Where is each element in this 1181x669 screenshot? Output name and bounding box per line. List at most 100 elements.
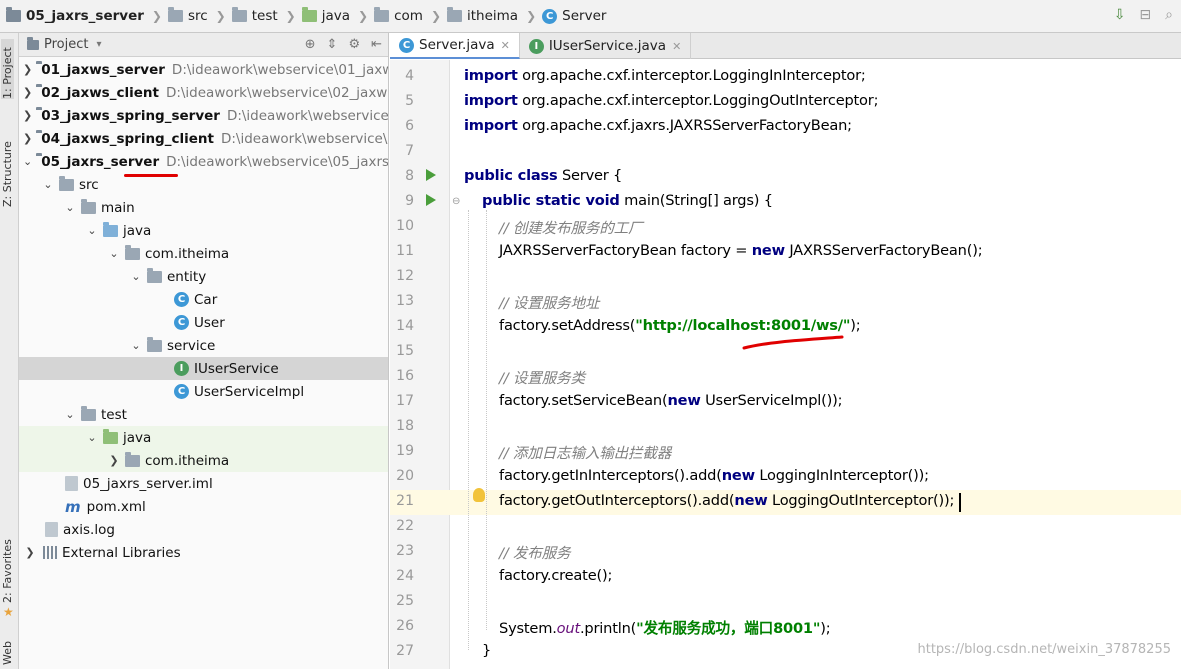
- collapse-all-icon[interactable]: ⇕: [327, 37, 338, 52]
- library-icon: [43, 546, 57, 559]
- code-line-5: import org.apache.cxf.interceptor.Loggin…: [464, 92, 879, 109]
- target-icon[interactable]: ⊕: [305, 37, 316, 52]
- hide-panel-icon[interactable]: ⇤: [371, 37, 382, 52]
- update-project-icon[interactable]: ⇩: [1114, 7, 1126, 23]
- tree-item-java[interactable]: ⌄ java: [19, 219, 388, 242]
- collapse-arrow-icon[interactable]: ⌄: [107, 247, 121, 260]
- tree-item-user[interactable]: C User: [19, 311, 388, 334]
- package-icon: [125, 244, 140, 260]
- code-line-6: import org.apache.cxf.jaxrs.JAXRSServerF…: [464, 117, 852, 134]
- structure-tool-tab[interactable]: Z: Structure: [1, 135, 14, 207]
- expand-arrow-icon[interactable]: ❯: [23, 546, 37, 559]
- run-main-icon[interactable]: [426, 194, 436, 206]
- folder-icon: [374, 7, 390, 22]
- line-number: 14: [396, 318, 414, 334]
- chevron-right-icon: ❯: [215, 9, 226, 23]
- tree-item-04-jaxws-spring-client[interactable]: ❯ 04_jaxws_spring_client D:\ideawork\webse…: [19, 127, 388, 150]
- tree-item-main[interactable]: ⌄ main: [19, 196, 388, 219]
- web-tool-tab[interactable]: Web: [1, 635, 14, 665]
- line-number: 17: [396, 393, 414, 409]
- tool-window-strip: 1: Project Z: Structure 2: Favorites ★ W…: [0, 33, 19, 669]
- run-class-icon[interactable]: [426, 169, 436, 181]
- tree-item-com-itheima[interactable]: ⌄ com.itheima: [19, 242, 388, 265]
- breadcrumb-project[interactable]: 05_jaxrs_server ❯: [6, 0, 168, 33]
- green-folder-icon: [301, 7, 317, 22]
- collapse-arrow-icon[interactable]: ⌄: [85, 431, 99, 444]
- folder-icon: [447, 7, 462, 22]
- expand-arrow-icon[interactable]: ❯: [23, 109, 32, 122]
- breadcrumb-com[interactable]: com ❯: [374, 0, 447, 33]
- code-line-13: // 设置服务地址: [499, 295, 600, 312]
- line-number: 20: [396, 468, 414, 484]
- tree-item-pom-xml[interactable]: m pom.xml: [19, 495, 388, 518]
- interface-icon: I: [174, 361, 189, 376]
- source-folder-icon: [103, 221, 118, 237]
- tree-item-entity[interactable]: ⌄ entity: [19, 265, 388, 288]
- tree-item-test-com-itheima[interactable]: ❯ com.itheima: [19, 449, 388, 472]
- tree-item-iuserservice[interactable]: I IUserService: [19, 357, 388, 380]
- code-line-8: public class Server {: [464, 167, 623, 184]
- package-icon: [147, 336, 162, 352]
- collapse-arrow-icon[interactable]: ⌄: [41, 178, 55, 191]
- tree-item-05-jaxrs-server[interactable]: ⌄ 05_jaxrs_server D:\ideawork\webservice\0…: [19, 150, 388, 173]
- class-icon: C: [174, 292, 189, 307]
- dropdown-arrow-icon[interactable]: ▾: [96, 39, 101, 50]
- folder-icon: [81, 198, 96, 214]
- tree-item-src[interactable]: ⌄ src: [19, 173, 388, 196]
- project-view-icon: [27, 36, 39, 50]
- tree-item-test-java[interactable]: ⌄ java: [19, 426, 388, 449]
- tree-item-axis-log[interactable]: axis.log: [19, 518, 388, 541]
- tree-item-test[interactable]: ⌄ test: [19, 403, 388, 426]
- breadcrumb-java[interactable]: java ❯: [301, 0, 374, 33]
- project-tool-tab[interactable]: 1: Project: [1, 39, 14, 99]
- line-number: 24: [396, 568, 414, 584]
- breadcrumb-itheima[interactable]: itheima ❯: [447, 0, 542, 33]
- tree-item-car[interactable]: C Car: [19, 288, 388, 311]
- class-icon: C: [399, 37, 414, 53]
- collapse-arrow-icon[interactable]: ⌄: [129, 339, 143, 352]
- code-line-11: JAXRSServerFactoryBean factory = new JAX…: [499, 242, 983, 259]
- collapse-arrow-icon[interactable]: ⌄: [129, 270, 143, 283]
- tree-item-service[interactable]: ⌄ service: [19, 334, 388, 357]
- expand-arrow-icon[interactable]: ❯: [23, 132, 32, 145]
- collapse-icon[interactable]: ⊟: [1139, 7, 1151, 23]
- breadcrumb-test[interactable]: test ❯: [231, 0, 302, 33]
- collapse-arrow-icon[interactable]: ⌄: [23, 155, 32, 168]
- favorites-tool-tab[interactable]: 2: Favorites: [1, 533, 14, 603]
- tree-item-01-jaxws-server[interactable]: ❯ 01_jaxws_server D:\ideawork\webservice\0…: [19, 58, 388, 81]
- tree-item-03-jaxws-spring-server[interactable]: ❯ 03_jaxws_spring_server D:\ideawork\webse…: [19, 104, 388, 127]
- tree-item-external-libraries[interactable]: ❯ External Libraries: [19, 541, 388, 564]
- tree-item-02-jaxws-client[interactable]: ❯ 02_jaxws_client D:\ideawork\webservice\0…: [19, 81, 388, 104]
- fold-icon[interactable]: ⊖: [452, 196, 460, 207]
- breadcrumb-src[interactable]: src ❯: [167, 0, 232, 33]
- collapse-arrow-icon[interactable]: ⌄: [85, 224, 99, 237]
- close-icon[interactable]: ✕: [501, 39, 510, 52]
- project-panel-title[interactable]: Project: [44, 37, 88, 52]
- collapse-arrow-icon[interactable]: ⌄: [63, 201, 77, 214]
- expand-arrow-icon[interactable]: ❯: [107, 454, 121, 467]
- expand-arrow-icon[interactable]: ❯: [23, 86, 32, 99]
- code-line-9: public static void main(String[] args) {: [482, 192, 773, 209]
- tree-item-userserviceimpl[interactable]: C UserServiceImpl: [19, 380, 388, 403]
- tab-iuserservice-java[interactable]: I IUserService.java ✕: [520, 33, 692, 59]
- line-number: 27: [396, 643, 414, 659]
- line-number: 16: [396, 368, 414, 384]
- folder-icon: [167, 7, 183, 22]
- line-number: 26: [396, 618, 414, 634]
- log-file-icon: [45, 522, 58, 537]
- close-icon[interactable]: ✕: [672, 40, 681, 53]
- breadcrumb-server[interactable]: C Server: [542, 0, 612, 33]
- tab-server-java[interactable]: C Server.java ✕: [390, 33, 520, 59]
- gear-icon[interactable]: ⚙: [348, 37, 360, 52]
- class-icon: C: [174, 384, 189, 399]
- line-number: 23: [396, 543, 414, 559]
- line-number: 15: [396, 343, 414, 359]
- line-number: 10: [396, 218, 414, 234]
- search-icon[interactable]: ⌕: [1165, 7, 1173, 23]
- lightbulb-icon[interactable]: [473, 488, 485, 502]
- expand-arrow-icon[interactable]: ❯: [23, 63, 32, 76]
- tree-item-iml-file[interactable]: 05_jaxrs_server.iml: [19, 472, 388, 495]
- interface-icon: I: [528, 38, 544, 54]
- collapse-arrow-icon[interactable]: ⌄: [63, 408, 77, 421]
- chevron-right-icon: ❯: [430, 9, 441, 23]
